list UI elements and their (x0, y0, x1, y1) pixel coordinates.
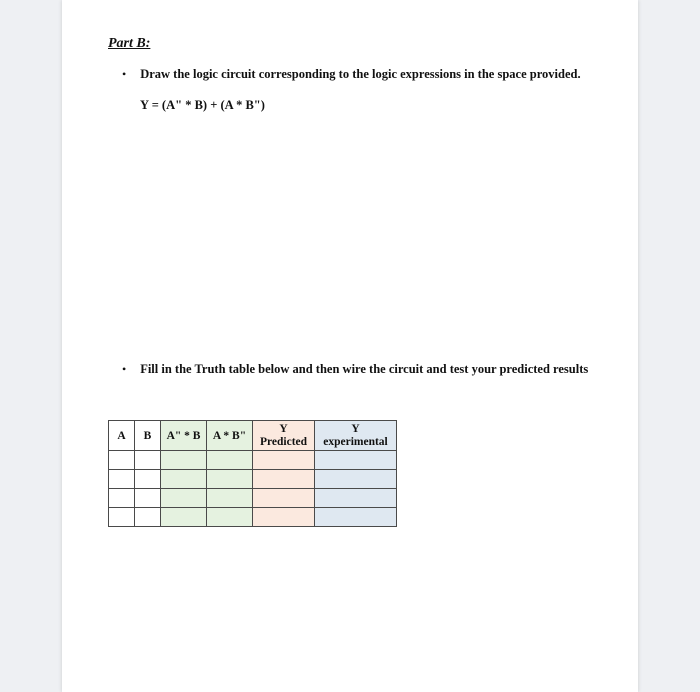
table-row (109, 489, 397, 508)
cell-ye (315, 451, 397, 470)
cell-a (109, 470, 135, 489)
cell-ye (315, 470, 397, 489)
col-header-b: B (135, 421, 161, 451)
col-header-ab1: A" * B (161, 421, 207, 451)
bullet-item-2: • Fill in the Truth table below and then… (122, 361, 598, 379)
cell-ab1 (161, 451, 207, 470)
cell-b (135, 451, 161, 470)
document-page: Part B: • Draw the logic circuit corresp… (62, 0, 638, 692)
col-header-yp-bot: Predicted (257, 436, 310, 449)
section-title: Part B: (108, 36, 598, 52)
col-header-ye-top: Y (319, 423, 392, 436)
truth-table: A B A" * B A * B" Y Predicted Y experime… (108, 420, 397, 527)
table-row (109, 451, 397, 470)
spacer (108, 392, 598, 420)
cell-ab2 (207, 489, 253, 508)
col-header-yp-top: Y (257, 423, 310, 436)
col-header-ab2: A * B" (207, 421, 253, 451)
drawing-area (108, 123, 598, 361)
bullet-icon: • (122, 361, 126, 378)
cell-yp (253, 451, 315, 470)
cell-a (109, 508, 135, 527)
bullet-text-2: Fill in the Truth table below and then w… (140, 361, 588, 379)
cell-b (135, 470, 161, 489)
bullet-text-1: Draw the logic circuit corresponding to … (140, 66, 580, 84)
cell-ye (315, 508, 397, 527)
col-header-a: A (109, 421, 135, 451)
cell-ab1 (161, 470, 207, 489)
logic-expression: Y = (A" * B) + (A * B") (140, 98, 598, 113)
table-body (109, 451, 397, 527)
col-header-ye-bot: experimental (319, 436, 392, 449)
bullet-item-1: • Draw the logic circuit corresponding t… (122, 66, 598, 84)
viewport: Part B: • Draw the logic circuit corresp… (0, 0, 700, 692)
col-header-y-predicted: Y Predicted (253, 421, 315, 451)
cell-ye (315, 489, 397, 508)
cell-ab2 (207, 451, 253, 470)
table-row (109, 470, 397, 489)
col-header-y-experimental: Y experimental (315, 421, 397, 451)
cell-yp (253, 508, 315, 527)
table-row (109, 508, 397, 527)
cell-a (109, 489, 135, 508)
cell-yp (253, 489, 315, 508)
cell-ab2 (207, 470, 253, 489)
cell-a (109, 451, 135, 470)
bullet-icon: • (122, 66, 126, 83)
cell-yp (253, 470, 315, 489)
cell-b (135, 489, 161, 508)
cell-b (135, 508, 161, 527)
cell-ab1 (161, 489, 207, 508)
cell-ab2 (207, 508, 253, 527)
cell-ab1 (161, 508, 207, 527)
